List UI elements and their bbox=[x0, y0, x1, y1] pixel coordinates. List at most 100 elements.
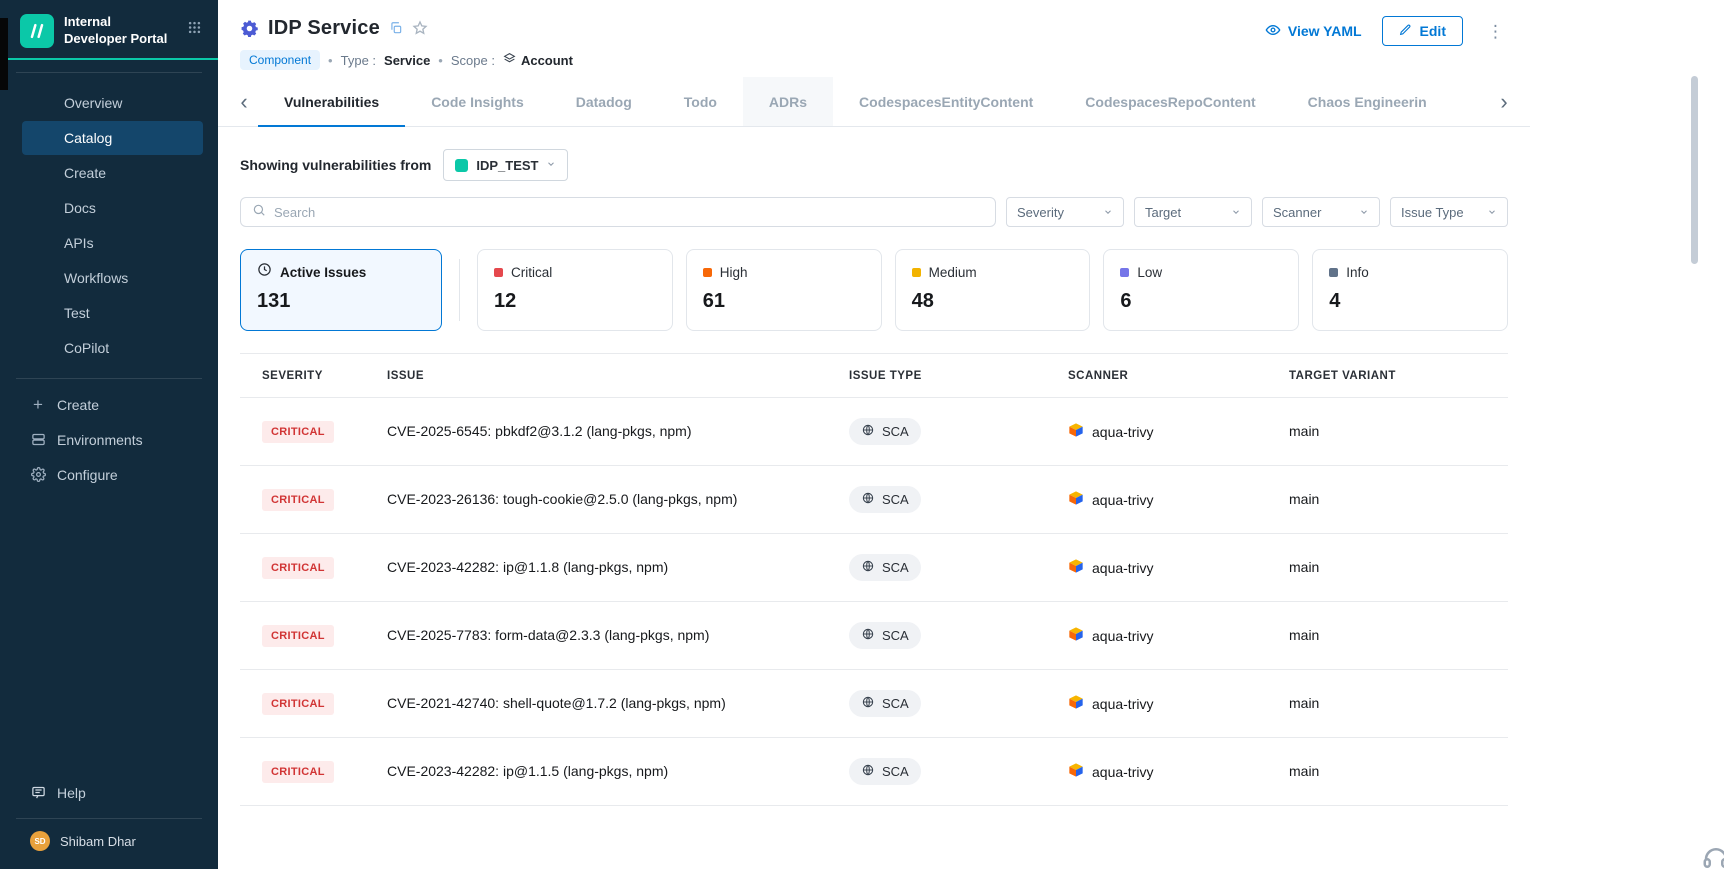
tab-code-insights[interactable]: Code Insights bbox=[405, 77, 550, 126]
header-actions: View YAML Edit ⋮ bbox=[1265, 16, 1508, 46]
table-row[interactable]: CRITICAL CVE-2023-42282: ip@1.1.5 (lang-… bbox=[240, 738, 1508, 806]
clock-icon bbox=[257, 262, 272, 282]
tab-codespaces-entity-content[interactable]: CodespacesEntityContent bbox=[833, 77, 1059, 126]
low-dot-icon bbox=[1120, 268, 1129, 277]
type-value: Service bbox=[384, 53, 430, 68]
table-row[interactable]: CRITICAL CVE-2025-7783: form-data@2.3.3 … bbox=[240, 602, 1508, 670]
tab-codespaces-repo-content[interactable]: CodespacesRepoContent bbox=[1059, 77, 1281, 126]
edit-button[interactable]: Edit bbox=[1382, 16, 1463, 46]
info-count: 4 bbox=[1329, 290, 1491, 313]
sidebar-divider bbox=[16, 378, 202, 379]
help-icon bbox=[30, 785, 46, 800]
chevron-down-icon bbox=[1103, 205, 1113, 220]
project-select[interactable]: IDP_TEST bbox=[443, 149, 568, 181]
scanner-cell: aqua-trivy bbox=[1068, 694, 1289, 713]
target-filter[interactable]: Target bbox=[1134, 197, 1252, 227]
scanner-cell: aqua-trivy bbox=[1068, 558, 1289, 577]
table-row[interactable]: CRITICAL CVE-2023-26136: tough-cookie@2.… bbox=[240, 466, 1508, 534]
support-headset-icon[interactable] bbox=[1701, 843, 1724, 869]
issue-type-pill: SCA bbox=[849, 418, 921, 445]
sidebar-item-create-action[interactable]: + Create bbox=[0, 387, 218, 422]
sca-icon bbox=[861, 491, 875, 508]
trivy-cube-icon bbox=[1068, 626, 1084, 645]
sidebar-item-test[interactable]: Test bbox=[22, 296, 203, 330]
critical-dot-icon bbox=[494, 268, 503, 277]
table-row[interactable]: CRITICAL CVE-2025-6545: pbkdf2@3.1.2 (la… bbox=[240, 398, 1508, 466]
low-card[interactable]: Low 6 bbox=[1103, 249, 1299, 331]
app-grid-icon[interactable] bbox=[187, 20, 202, 40]
chevron-down-icon bbox=[1487, 205, 1497, 220]
sidebar-item-environments[interactable]: Environments bbox=[0, 422, 218, 457]
type-label: Type : bbox=[341, 53, 376, 68]
severity-badge: CRITICAL bbox=[262, 761, 334, 783]
sidebar-nav: Overview Catalog Create Docs APIs Workfl… bbox=[0, 85, 218, 366]
sidebar-item-overview[interactable]: Overview bbox=[22, 86, 203, 120]
sidebar-header: Internal Developer Portal bbox=[0, 0, 218, 58]
dot-separator: • bbox=[328, 53, 333, 68]
issue-title: CVE-2023-26136: tough-cookie@2.5.0 (lang… bbox=[387, 491, 737, 507]
issue-title: CVE-2023-42282: ip@1.1.8 (lang-pkgs, npm… bbox=[387, 559, 668, 575]
sidebar-item-docs[interactable]: Docs bbox=[22, 191, 203, 225]
scope-value: Account bbox=[521, 53, 573, 68]
left-edge-strip bbox=[0, 18, 8, 90]
severity-filter[interactable]: Severity bbox=[1006, 197, 1124, 227]
scanner-cell: aqua-trivy bbox=[1068, 626, 1289, 645]
sca-icon bbox=[861, 627, 875, 644]
sidebar-item-create[interactable]: Create bbox=[22, 156, 203, 190]
target-variant: main bbox=[1289, 491, 1319, 507]
view-yaml-button[interactable]: View YAML bbox=[1265, 22, 1362, 41]
copy-icon[interactable] bbox=[389, 21, 403, 35]
tab-todo[interactable]: Todo bbox=[658, 77, 743, 126]
high-card[interactable]: High 61 bbox=[686, 249, 882, 331]
tabs-scroll-right-icon[interactable]: › bbox=[1490, 77, 1518, 126]
stats-divider bbox=[459, 259, 460, 321]
help-button[interactable]: Help bbox=[0, 775, 218, 810]
issue-type-pill: SCA bbox=[849, 486, 921, 513]
medium-dot-icon bbox=[912, 268, 921, 277]
info-card[interactable]: Info 4 bbox=[1312, 249, 1508, 331]
star-icon[interactable] bbox=[412, 20, 428, 36]
sidebar-item-workflows[interactable]: Workflows bbox=[22, 261, 203, 295]
sidebar-item-label: Configure bbox=[57, 467, 118, 483]
scanner-filter[interactable]: Scanner bbox=[1262, 197, 1380, 227]
sidebar-item-label: Create bbox=[57, 397, 99, 413]
tab-datadog[interactable]: Datadog bbox=[550, 77, 658, 126]
active-issues-card[interactable]: Active Issues 131 bbox=[240, 249, 442, 331]
issue-type-filter[interactable]: Issue Type bbox=[1390, 197, 1508, 227]
tab-chaos-engineering[interactable]: Chaos Engineerin bbox=[1282, 77, 1453, 126]
sca-icon bbox=[861, 559, 875, 576]
medium-card[interactable]: Medium 48 bbox=[895, 249, 1091, 331]
active-issues-count: 131 bbox=[257, 290, 425, 313]
issue-title: CVE-2025-7783: form-data@2.3.3 (lang-pkg… bbox=[387, 627, 709, 643]
sidebar-divider bbox=[16, 818, 202, 819]
tab-adrs[interactable]: ADRs bbox=[743, 77, 833, 126]
vertical-scrollbar[interactable] bbox=[1691, 76, 1698, 264]
user-menu[interactable]: SD Shibam Dhar bbox=[0, 831, 218, 869]
tabs-scroll-left-icon[interactable]: ‹ bbox=[230, 77, 258, 126]
chevron-down-icon bbox=[1231, 205, 1241, 220]
table-row[interactable]: CRITICAL CVE-2021-42740: shell-quote@1.7… bbox=[240, 670, 1508, 738]
sidebar-item-copilot[interactable]: CoPilot bbox=[22, 331, 203, 365]
issue-title: CVE-2023-42282: ip@1.1.5 (lang-pkgs, npm… bbox=[387, 763, 668, 779]
severity-badge: CRITICAL bbox=[262, 693, 334, 715]
tab-vulnerabilities[interactable]: Vulnerabilities bbox=[258, 77, 405, 126]
more-options-icon[interactable]: ⋮ bbox=[1483, 21, 1508, 42]
severity-summary: Active Issues 131 Critical 12 High 61 bbox=[240, 249, 1508, 331]
help-label: Help bbox=[57, 785, 86, 801]
severity-badge: CRITICAL bbox=[262, 421, 334, 443]
target-variant: main bbox=[1289, 763, 1319, 779]
search-input[interactable] bbox=[274, 205, 984, 220]
gear-icon bbox=[30, 467, 46, 482]
kind-badge: Component bbox=[240, 50, 320, 70]
sidebar-item-apis[interactable]: APIs bbox=[22, 226, 203, 260]
issue-title: CVE-2021-42740: shell-quote@1.7.2 (lang-… bbox=[387, 695, 726, 711]
component-gear-icon bbox=[240, 19, 259, 38]
user-name: Shibam Dhar bbox=[60, 834, 136, 849]
sidebar-item-configure[interactable]: Configure bbox=[0, 457, 218, 492]
page-title: IDP Service bbox=[268, 17, 380, 40]
issue-title: CVE-2025-6545: pbkdf2@3.1.2 (lang-pkgs, … bbox=[387, 423, 692, 439]
critical-card[interactable]: Critical 12 bbox=[477, 249, 673, 331]
sidebar-item-label: Environments bbox=[57, 432, 143, 448]
table-row[interactable]: CRITICAL CVE-2023-42282: ip@1.1.8 (lang-… bbox=[240, 534, 1508, 602]
sidebar-item-catalog[interactable]: Catalog bbox=[22, 121, 203, 155]
